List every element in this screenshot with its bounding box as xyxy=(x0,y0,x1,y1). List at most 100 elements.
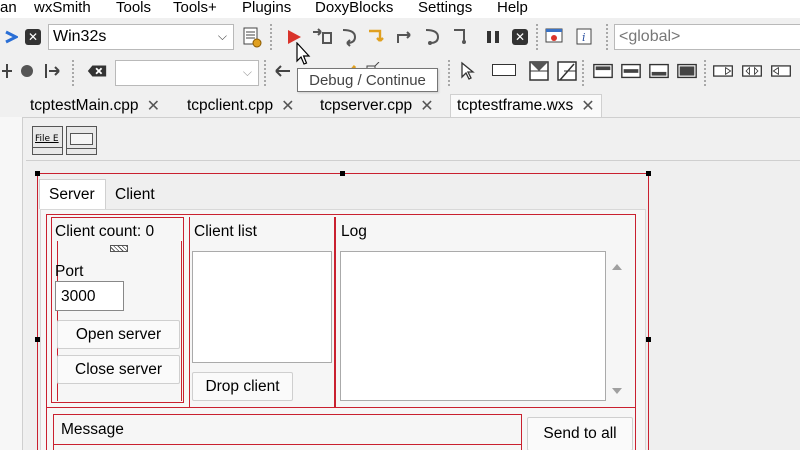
menu-tools-plus[interactable]: Tools+ xyxy=(173,0,217,16)
tab-server-label: Server xyxy=(49,186,95,203)
debugging-windows-icon[interactable] xyxy=(544,26,566,48)
toolbar-grip[interactable] xyxy=(606,24,608,50)
tab-tcptestmain-cpp[interactable]: tcptestMain.cpp ✕ xyxy=(30,94,160,117)
back-arrow-icon[interactable] xyxy=(271,60,293,82)
spacer-icon xyxy=(110,245,128,252)
chevron-down-icon: ⌵ xyxy=(242,64,252,79)
tab-client[interactable]: Client xyxy=(106,181,166,209)
tab-label: tcptestframe.wxs xyxy=(457,97,574,114)
send-to-all-button[interactable]: Send to all xyxy=(527,417,633,450)
toolbar-grip[interactable] xyxy=(582,60,584,86)
tab-server[interactable]: Server xyxy=(39,179,106,209)
toolbar-grip[interactable] xyxy=(264,60,266,86)
tab-label: tcptestMain.cpp xyxy=(30,96,139,114)
align-left-icon[interactable] xyxy=(712,60,734,82)
scope-value: <global> xyxy=(619,28,681,45)
tab-tcpserver-cpp[interactable]: tcpserver.cpp ✕ xyxy=(320,94,434,117)
clear-icon[interactable] xyxy=(86,60,108,82)
message-box: Message xyxy=(53,414,522,450)
left-panel-edge xyxy=(0,117,22,450)
selection-line xyxy=(181,241,182,401)
scope-select[interactable]: <global> xyxy=(614,24,800,50)
statusbar-resource-icon[interactable] xyxy=(66,126,97,155)
svg-text:i: i xyxy=(582,31,586,44)
menu-bar: an wxSmith Tools Tools+ Plugins DoxyBloc… xyxy=(0,0,800,18)
editor-tab-bar: tcptestMain.cpp ✕ tcpclient.cpp ✕ tcpser… xyxy=(0,90,800,117)
toolbar-main: ✕ Win32s ⌵ ✕ i <global> xyxy=(0,18,800,56)
drop-client-button[interactable]: Drop client xyxy=(192,372,293,401)
menu-help[interactable]: Help xyxy=(497,0,528,16)
record-icon[interactable] xyxy=(16,60,38,82)
scroll-up-icon[interactable] xyxy=(611,259,623,277)
resize-handle[interactable] xyxy=(340,171,345,176)
step-into-icon[interactable] xyxy=(366,26,388,48)
client-count-label: Client count: 0 xyxy=(55,223,155,240)
file-menu-resource-icon[interactable]: File E xyxy=(32,126,63,155)
next-line-icon[interactable] xyxy=(339,26,361,48)
menu-tools[interactable]: Tools xyxy=(116,0,151,16)
info-icon[interactable]: i xyxy=(574,26,596,48)
pause-icon[interactable] xyxy=(482,26,504,48)
search-combo[interactable]: ⌵ xyxy=(115,60,259,86)
drop-client-label: Drop client xyxy=(205,377,280,395)
expand-icon[interactable] xyxy=(676,60,698,82)
send-to-all-label: Send to all xyxy=(543,425,617,442)
menu-doxyblocks[interactable]: DoxyBlocks xyxy=(315,0,393,16)
resize-handle[interactable] xyxy=(35,171,40,176)
port-field[interactable]: 3000 xyxy=(55,281,124,311)
tab-client-label: Client xyxy=(115,186,155,203)
selection-line xyxy=(189,217,190,407)
align-center-icon[interactable] xyxy=(741,60,763,82)
close-icon[interactable]: ✕ xyxy=(147,96,160,116)
close-icon[interactable]: ✕ xyxy=(281,96,294,116)
align-top-icon[interactable] xyxy=(592,60,614,82)
align-right-icon[interactable] xyxy=(770,60,792,82)
log-textbox[interactable] xyxy=(340,251,606,401)
tab-tcpclient-cpp[interactable]: tcpclient.cpp ✕ xyxy=(187,94,295,117)
client-list[interactable] xyxy=(192,251,332,363)
toolbar-grip[interactable] xyxy=(536,24,538,50)
toolbar-grip[interactable] xyxy=(270,24,272,50)
rebuild-icon[interactable] xyxy=(0,26,22,48)
close-icon[interactable]: ✕ xyxy=(420,96,433,116)
menu-plugins[interactable]: Plugins xyxy=(242,0,291,16)
align-middle-icon[interactable] xyxy=(620,60,642,82)
close-server-button[interactable]: Close server xyxy=(57,355,180,384)
port-label: Port xyxy=(55,263,84,280)
selection-line xyxy=(37,173,38,450)
step-out-icon[interactable] xyxy=(394,26,416,48)
abort-icon[interactable]: ✕ xyxy=(22,26,44,48)
chevron-down-icon: ⌵ xyxy=(217,28,227,43)
next-instruction-icon[interactable] xyxy=(422,26,444,48)
resize-handle[interactable] xyxy=(646,337,651,342)
step-into-instruction-icon[interactable] xyxy=(450,26,472,48)
tooltip: Debug / Continue xyxy=(297,68,438,92)
menu-view[interactable]: an xyxy=(0,0,17,16)
build-target-value: Win32s xyxy=(53,28,107,45)
tab-tcptestframe-wxs[interactable]: tcptestframe.wxs ✕ xyxy=(450,94,602,117)
log-label: Log xyxy=(341,223,367,240)
selection-line xyxy=(334,217,336,407)
toolbar-grip[interactable] xyxy=(448,60,450,86)
menu-settings[interactable]: Settings xyxy=(418,0,472,16)
close-icon[interactable]: ✕ xyxy=(581,96,594,116)
open-server-button[interactable]: Open server xyxy=(57,320,180,349)
port-value: 3000 xyxy=(61,288,96,305)
menu-wxsmith[interactable]: wxSmith xyxy=(34,0,91,16)
selection-line xyxy=(648,173,649,450)
resize-handle[interactable] xyxy=(646,171,651,176)
scroll-down-icon[interactable] xyxy=(611,383,623,401)
run-to-cursor-icon[interactable] xyxy=(311,26,333,48)
align-bottom-icon[interactable] xyxy=(648,60,670,82)
static-line-icon[interactable] xyxy=(556,60,578,82)
toolbar-grip[interactable] xyxy=(704,60,706,86)
mouse-cursor-icon xyxy=(296,41,312,71)
select-target-icon[interactable] xyxy=(241,26,263,48)
toolbar-grip[interactable] xyxy=(72,60,74,86)
play-macro-icon[interactable] xyxy=(42,60,64,82)
stop-debugger-icon[interactable]: ✕ xyxy=(509,26,531,48)
panel-widget-icon[interactable] xyxy=(492,64,516,76)
pointer-tool-icon[interactable] xyxy=(456,60,478,82)
build-target-select[interactable]: Win32s ⌵ xyxy=(48,24,234,50)
splitter-icon[interactable] xyxy=(528,60,550,82)
